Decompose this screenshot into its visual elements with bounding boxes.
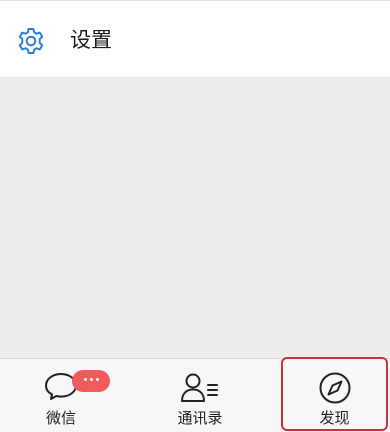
highlight-annotation xyxy=(281,357,388,431)
tab-contacts[interactable]: 通讯录 xyxy=(139,359,261,432)
settings-row[interactable]: 设置 xyxy=(0,1,390,78)
contacts-icon xyxy=(181,373,218,402)
tab-label-contacts: 通讯录 xyxy=(177,409,223,427)
screen: 设置 微信 通讯录 发现 xyxy=(0,0,390,432)
tab-chats[interactable]: 微信 xyxy=(0,359,122,432)
tab-label-chats: 微信 xyxy=(45,409,76,427)
more-badge xyxy=(72,370,110,392)
settings-label: 设置 xyxy=(70,28,112,52)
gear-icon xyxy=(18,28,44,54)
content-area xyxy=(0,78,390,358)
